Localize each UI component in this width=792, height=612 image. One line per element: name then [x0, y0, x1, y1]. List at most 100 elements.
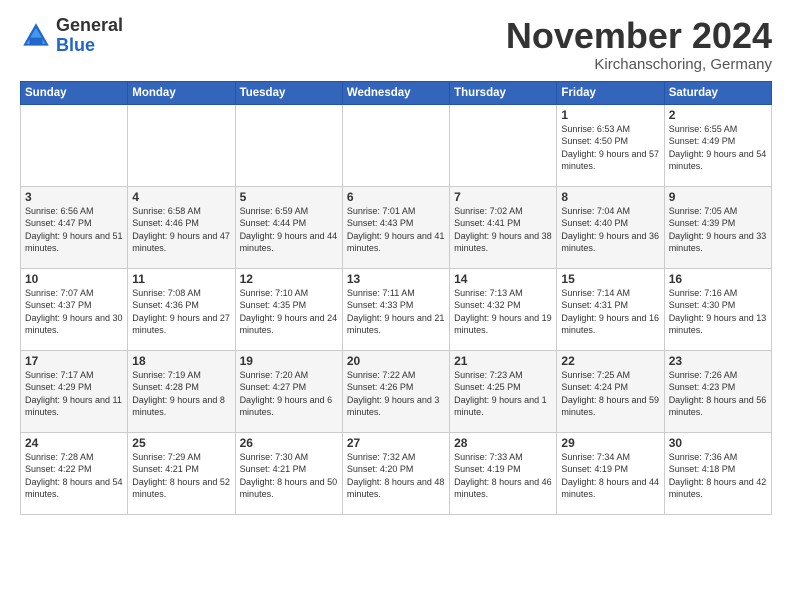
calendar-cell: 15Sunrise: 7:14 AM Sunset: 4:31 PM Dayli… — [557, 268, 664, 350]
day-info: Sunrise: 6:55 AM Sunset: 4:49 PM Dayligh… — [669, 123, 767, 173]
calendar-cell: 20Sunrise: 7:22 AM Sunset: 4:26 PM Dayli… — [342, 350, 449, 432]
day-number: 27 — [347, 436, 445, 450]
calendar-week-3: 10Sunrise: 7:07 AM Sunset: 4:37 PM Dayli… — [21, 268, 772, 350]
day-info: Sunrise: 7:02 AM Sunset: 4:41 PM Dayligh… — [454, 205, 552, 255]
day-number: 6 — [347, 190, 445, 204]
day-info: Sunrise: 7:13 AM Sunset: 4:32 PM Dayligh… — [454, 287, 552, 337]
calendar: Sunday Monday Tuesday Wednesday Thursday… — [20, 81, 772, 515]
calendar-week-4: 17Sunrise: 7:17 AM Sunset: 4:29 PM Dayli… — [21, 350, 772, 432]
calendar-cell: 10Sunrise: 7:07 AM Sunset: 4:37 PM Dayli… — [21, 268, 128, 350]
col-wednesday: Wednesday — [342, 81, 449, 104]
day-number: 5 — [240, 190, 338, 204]
header-row: Sunday Monday Tuesday Wednesday Thursday… — [21, 81, 772, 104]
day-number: 29 — [561, 436, 659, 450]
day-number: 15 — [561, 272, 659, 286]
day-info: Sunrise: 7:23 AM Sunset: 4:25 PM Dayligh… — [454, 369, 552, 419]
calendar-week-5: 24Sunrise: 7:28 AM Sunset: 4:22 PM Dayli… — [21, 432, 772, 514]
day-info: Sunrise: 7:33 AM Sunset: 4:19 PM Dayligh… — [454, 451, 552, 501]
day-number: 22 — [561, 354, 659, 368]
calendar-cell: 9Sunrise: 7:05 AM Sunset: 4:39 PM Daylig… — [664, 186, 771, 268]
day-info: Sunrise: 7:19 AM Sunset: 4:28 PM Dayligh… — [132, 369, 230, 419]
title-block: November 2024 Kirchanschoring, Germany — [506, 16, 772, 73]
day-number: 20 — [347, 354, 445, 368]
calendar-week-1: 1Sunrise: 6:53 AM Sunset: 4:50 PM Daylig… — [21, 104, 772, 186]
day-info: Sunrise: 7:22 AM Sunset: 4:26 PM Dayligh… — [347, 369, 445, 419]
day-number: 10 — [25, 272, 123, 286]
calendar-cell: 5Sunrise: 6:59 AM Sunset: 4:44 PM Daylig… — [235, 186, 342, 268]
col-thursday: Thursday — [450, 81, 557, 104]
calendar-cell: 6Sunrise: 7:01 AM Sunset: 4:43 PM Daylig… — [342, 186, 449, 268]
logo-blue-text: Blue — [56, 36, 123, 56]
calendar-cell: 4Sunrise: 6:58 AM Sunset: 4:46 PM Daylig… — [128, 186, 235, 268]
day-info: Sunrise: 7:36 AM Sunset: 4:18 PM Dayligh… — [669, 451, 767, 501]
day-number: 1 — [561, 108, 659, 122]
calendar-cell: 14Sunrise: 7:13 AM Sunset: 4:32 PM Dayli… — [450, 268, 557, 350]
day-number: 30 — [669, 436, 767, 450]
day-number: 4 — [132, 190, 230, 204]
calendar-cell: 17Sunrise: 7:17 AM Sunset: 4:29 PM Dayli… — [21, 350, 128, 432]
calendar-cell: 24Sunrise: 7:28 AM Sunset: 4:22 PM Dayli… — [21, 432, 128, 514]
day-info: Sunrise: 7:08 AM Sunset: 4:36 PM Dayligh… — [132, 287, 230, 337]
month-title: November 2024 — [506, 16, 772, 56]
calendar-cell: 30Sunrise: 7:36 AM Sunset: 4:18 PM Dayli… — [664, 432, 771, 514]
day-number: 26 — [240, 436, 338, 450]
day-info: Sunrise: 7:25 AM Sunset: 4:24 PM Dayligh… — [561, 369, 659, 419]
calendar-cell — [235, 104, 342, 186]
col-sunday: Sunday — [21, 81, 128, 104]
col-monday: Monday — [128, 81, 235, 104]
calendar-week-2: 3Sunrise: 6:56 AM Sunset: 4:47 PM Daylig… — [21, 186, 772, 268]
logo-icon — [20, 20, 52, 52]
day-number: 7 — [454, 190, 552, 204]
day-info: Sunrise: 7:30 AM Sunset: 4:21 PM Dayligh… — [240, 451, 338, 501]
col-tuesday: Tuesday — [235, 81, 342, 104]
day-number: 8 — [561, 190, 659, 204]
calendar-cell: 25Sunrise: 7:29 AM Sunset: 4:21 PM Dayli… — [128, 432, 235, 514]
day-info: Sunrise: 7:01 AM Sunset: 4:43 PM Dayligh… — [347, 205, 445, 255]
calendar-cell: 18Sunrise: 7:19 AM Sunset: 4:28 PM Dayli… — [128, 350, 235, 432]
day-info: Sunrise: 7:05 AM Sunset: 4:39 PM Dayligh… — [669, 205, 767, 255]
header: General Blue November 2024 Kirchanschori… — [20, 16, 772, 73]
day-number: 19 — [240, 354, 338, 368]
calendar-cell — [21, 104, 128, 186]
logo: General Blue — [20, 16, 123, 56]
day-info: Sunrise: 7:28 AM Sunset: 4:22 PM Dayligh… — [25, 451, 123, 501]
calendar-cell: 19Sunrise: 7:20 AM Sunset: 4:27 PM Dayli… — [235, 350, 342, 432]
calendar-cell: 27Sunrise: 7:32 AM Sunset: 4:20 PM Dayli… — [342, 432, 449, 514]
calendar-cell: 13Sunrise: 7:11 AM Sunset: 4:33 PM Dayli… — [342, 268, 449, 350]
day-number: 17 — [25, 354, 123, 368]
day-info: Sunrise: 7:10 AM Sunset: 4:35 PM Dayligh… — [240, 287, 338, 337]
calendar-cell — [450, 104, 557, 186]
calendar-cell: 26Sunrise: 7:30 AM Sunset: 4:21 PM Dayli… — [235, 432, 342, 514]
day-number: 21 — [454, 354, 552, 368]
calendar-cell: 23Sunrise: 7:26 AM Sunset: 4:23 PM Dayli… — [664, 350, 771, 432]
calendar-cell: 7Sunrise: 7:02 AM Sunset: 4:41 PM Daylig… — [450, 186, 557, 268]
day-info: Sunrise: 7:29 AM Sunset: 4:21 PM Dayligh… — [132, 451, 230, 501]
day-info: Sunrise: 6:58 AM Sunset: 4:46 PM Dayligh… — [132, 205, 230, 255]
calendar-cell: 28Sunrise: 7:33 AM Sunset: 4:19 PM Dayli… — [450, 432, 557, 514]
day-number: 14 — [454, 272, 552, 286]
calendar-cell — [342, 104, 449, 186]
day-info: Sunrise: 7:17 AM Sunset: 4:29 PM Dayligh… — [25, 369, 123, 419]
day-info: Sunrise: 7:07 AM Sunset: 4:37 PM Dayligh… — [25, 287, 123, 337]
day-number: 24 — [25, 436, 123, 450]
day-number: 13 — [347, 272, 445, 286]
day-info: Sunrise: 7:14 AM Sunset: 4:31 PM Dayligh… — [561, 287, 659, 337]
calendar-cell: 11Sunrise: 7:08 AM Sunset: 4:36 PM Dayli… — [128, 268, 235, 350]
day-number: 3 — [25, 190, 123, 204]
calendar-cell: 3Sunrise: 6:56 AM Sunset: 4:47 PM Daylig… — [21, 186, 128, 268]
day-number: 23 — [669, 354, 767, 368]
day-info: Sunrise: 6:53 AM Sunset: 4:50 PM Dayligh… — [561, 123, 659, 173]
day-number: 25 — [132, 436, 230, 450]
day-number: 28 — [454, 436, 552, 450]
calendar-cell: 12Sunrise: 7:10 AM Sunset: 4:35 PM Dayli… — [235, 268, 342, 350]
day-number: 18 — [132, 354, 230, 368]
day-number: 12 — [240, 272, 338, 286]
calendar-cell: 22Sunrise: 7:25 AM Sunset: 4:24 PM Dayli… — [557, 350, 664, 432]
col-saturday: Saturday — [664, 81, 771, 104]
calendar-cell: 8Sunrise: 7:04 AM Sunset: 4:40 PM Daylig… — [557, 186, 664, 268]
day-info: Sunrise: 7:16 AM Sunset: 4:30 PM Dayligh… — [669, 287, 767, 337]
day-number: 2 — [669, 108, 767, 122]
day-info: Sunrise: 7:20 AM Sunset: 4:27 PM Dayligh… — [240, 369, 338, 419]
day-number: 11 — [132, 272, 230, 286]
col-friday: Friday — [557, 81, 664, 104]
